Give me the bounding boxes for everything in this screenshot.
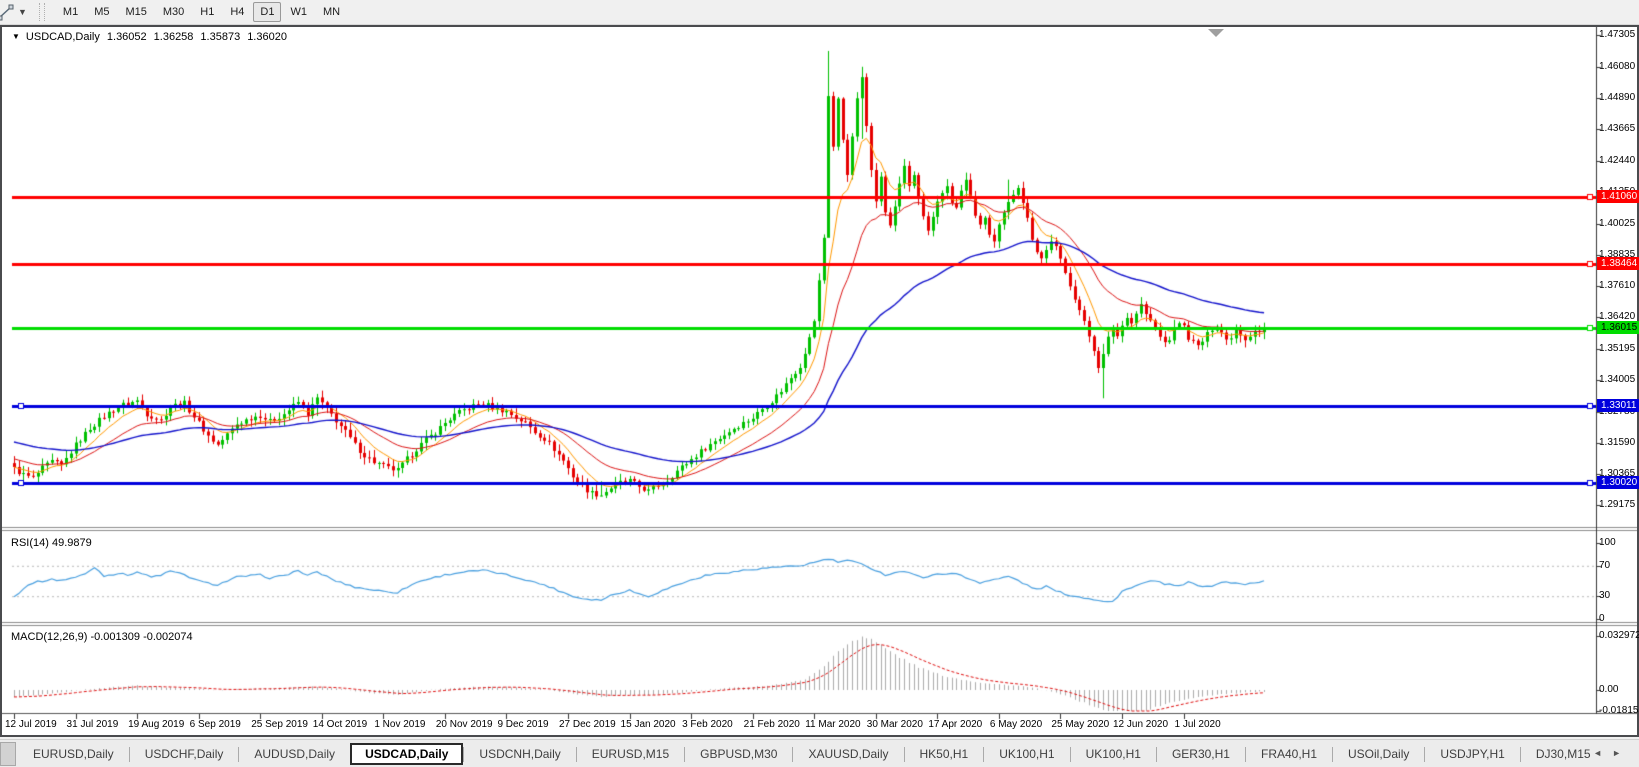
chart-tab-gbpusd-m30[interactable]: GBPUSD,M30 (685, 744, 792, 764)
chart-tab-eurusd-m15[interactable]: EURUSD,M15 (577, 744, 684, 764)
price-axis-tick: 1.47305 (1599, 29, 1636, 40)
date-axis-label: 6 Sep 2019 (189, 719, 241, 730)
price-axis-tick: 1.46080 (1599, 60, 1636, 72)
chart-tab-uk100-h1[interactable]: UK100,H1 (984, 744, 1069, 764)
date-axis-label: 12 Jul 2019 (5, 719, 57, 730)
date-axis-label: 15 Jan 2020 (620, 719, 676, 730)
date-axis-label: 9 Dec 2019 (497, 719, 549, 730)
price-axis-tick: 1.29175 (1599, 499, 1636, 511)
chart-tabbar: EURUSD,Daily USDCHF,Daily AUDUSD,Daily USDC… (0, 739, 1639, 767)
chart-info-line: ▼ USDCAD,Daily 1.36052 1.36258 1.35873 1.3602… (12, 31, 287, 43)
tab-scroll-left-icon[interactable]: ◄ (1593, 748, 1612, 758)
dropdown-caret-icon[interactable]: ▼ (18, 7, 27, 17)
chart-tab-uk100-h1[interactable]: UK100,H1 (1071, 744, 1156, 764)
rsi-axis-tick: 100 (1599, 537, 1616, 548)
chart-canvas[interactable] (2, 27, 1637, 735)
chart-tab-fra40-h1[interactable]: FRA40,H1 (1246, 744, 1332, 764)
price-axis-tick: 1.42440 (1599, 155, 1636, 167)
price-line-badge: 1.36015 (1597, 320, 1639, 334)
chart-tab-xauusd-daily[interactable]: XAUUSD,Daily (793, 744, 903, 764)
rsi-axis-tick: 70 (1599, 559, 1611, 571)
chart-tab-usoil-daily[interactable]: USOil,Daily (1333, 744, 1424, 764)
timeframe-button-h4[interactable]: H4 (223, 2, 251, 22)
ohlc-high: 1.36258 (153, 31, 194, 43)
date-axis-label: 21 Feb 2020 (743, 719, 800, 730)
price-axis-tick: 1.43665 (1599, 123, 1636, 135)
price-axis-tick: 1.31590 (1599, 436, 1636, 448)
chart-tab-eurusd-daily[interactable]: EURUSD,Daily (18, 744, 129, 764)
price-axis-tick: 1.40025 (1599, 217, 1636, 229)
date-axis-label: 1 Jul 2020 (1174, 719, 1221, 730)
macd-indicator-label: MACD(12,26,9) -0.001309 -0.002074 (11, 631, 193, 643)
date-axis-label: 6 May 2020 (989, 719, 1043, 730)
drawing-tool-icon[interactable] (0, 3, 15, 21)
chart-window: ▼ USDCAD,Daily 1.36052 1.36258 1.35873 1.3602… (0, 25, 1639, 737)
date-axis-label: 17 Apr 2020 (928, 719, 983, 730)
date-axis-label: 14 Oct 2019 (312, 719, 368, 730)
price-axis-tick: 1.44890 (1599, 91, 1636, 103)
chart-tab-usdjpy-h1[interactable]: USDJPY,H1 (1425, 744, 1519, 764)
chart-tab-ger30-h1[interactable]: GER30,H1 (1157, 744, 1245, 764)
chart-tab-audusd-daily[interactable]: AUDUSD,Daily (239, 744, 350, 764)
tab-scroll-right-icon[interactable]: ► (1612, 748, 1631, 758)
tabbar-corner (0, 742, 16, 766)
timeframe-buttons: M1 M5 M15 M30 H1 H4 D1 W1 MN (55, 2, 348, 22)
ohlc-low: 1.35873 (200, 31, 241, 43)
date-axis-label: 20 Nov 2019 (435, 719, 493, 730)
timeframe-button-h1[interactable]: H1 (193, 2, 221, 22)
timeframe-button-m15[interactable]: M15 (118, 2, 153, 22)
price-line-badge: 1.33011 (1597, 398, 1639, 412)
timeframe-button-mn[interactable]: MN (316, 2, 347, 22)
macd-axis-tick: -0.018154 (1599, 705, 1639, 716)
macd-axis-tick: 0.032972 (1599, 630, 1639, 641)
timeframe-button-m5[interactable]: M5 (87, 2, 116, 22)
date-axis-label: 30 Mar 2020 (866, 719, 923, 730)
timeframe-button-d1[interactable]: D1 (253, 2, 282, 22)
date-axis-label: 1 Nov 2019 (374, 719, 426, 730)
rsi-indicator-label: RSI(14) 49.9879 (11, 537, 92, 549)
ohlc-open: 1.36052 (106, 31, 147, 43)
price-line-badge: 1.41060 (1597, 189, 1639, 203)
price-axis-tick: 1.34005 (1599, 374, 1636, 385)
date-axis-label: 31 Jul 2019 (66, 719, 119, 730)
price-axis-tick: 1.37610 (1599, 280, 1636, 292)
date-axis-label: 25 Sep 2019 (251, 719, 308, 730)
chart-tab-usdcad-daily[interactable]: USDCAD,Daily (350, 743, 464, 765)
chart-tab-usdcnh-daily[interactable]: USDCNH,Daily (464, 744, 575, 764)
timeframe-button-w1[interactable]: W1 (283, 2, 314, 22)
rsi-axis-tick: 30 (1599, 590, 1611, 602)
date-axis-label: 11 Mar 2020 (805, 719, 861, 730)
macd-axis-tick: 0.00 (1599, 684, 1619, 695)
toolbar-grip (38, 3, 45, 21)
rsi-axis-tick: 0 (1599, 613, 1605, 624)
timeframe-toolbar: ▼ M1 M5 M15 M30 H1 H4 D1 W1 MN (0, 0, 1639, 25)
date-axis-label: 12 Jun 2020 (1112, 719, 1169, 730)
date-axis-label: 3 Feb 2020 (682, 719, 733, 730)
price-line-badge: 1.30020 (1597, 476, 1639, 490)
chart-tab-usdchf-daily[interactable]: USDCHF,Daily (130, 744, 239, 764)
price-line-badge: 1.38464 (1597, 257, 1639, 271)
chart-symbol-period: USDCAD,Daily (25, 31, 100, 43)
window-collapse-icon: ▼ (12, 32, 20, 41)
date-axis-label: 25 May 2020 (1051, 719, 1110, 730)
chart-tab-hk50-h1[interactable]: HK50,H1 (905, 744, 984, 764)
chart-shift-marker[interactable] (1208, 29, 1224, 37)
date-axis-label: 19 Aug 2019 (128, 719, 185, 730)
date-axis-label: 27 Dec 2019 (558, 719, 616, 730)
timeframe-button-m30[interactable]: M30 (156, 2, 191, 22)
timeframe-button-m1[interactable]: M1 (56, 2, 85, 22)
ohlc-close: 1.36020 (247, 31, 287, 43)
price-axis-tick: 1.35195 (1599, 343, 1636, 355)
